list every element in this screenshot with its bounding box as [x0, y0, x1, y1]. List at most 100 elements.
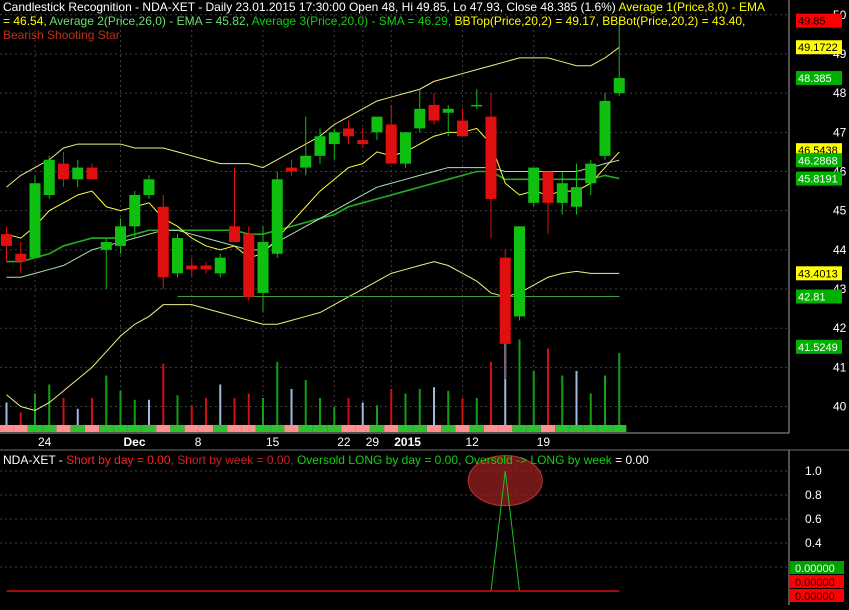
period-strip [99, 425, 114, 432]
volume-bar [148, 399, 150, 425]
candle-body [471, 104, 483, 107]
candle-body [442, 108, 454, 113]
volume-bar [119, 390, 122, 425]
indicator-value-text: 0.00000 [795, 563, 835, 575]
price-label-text: 49.1722 [798, 42, 838, 54]
short-by-week: Short by week = 0.00, [177, 453, 297, 467]
period-strip [184, 425, 199, 432]
period-strip [555, 425, 570, 432]
candle-body [514, 226, 525, 317]
candle-body [115, 226, 126, 246]
indicator-tick-label: 0.4 [805, 536, 822, 550]
x-tick-label: 12 [466, 435, 480, 449]
period-strip [569, 425, 584, 432]
volume-bar [19, 412, 22, 425]
candle-body [571, 187, 582, 207]
period-strip [327, 425, 342, 432]
volume-bar [575, 371, 578, 425]
period-strip [56, 425, 71, 432]
x-tick-label: Dec [124, 435, 146, 449]
header-symbol-ohlc: Candlestick Recognition - NDA-XET - Dail… [3, 0, 619, 14]
period-strip [227, 425, 242, 432]
volume-bar [91, 398, 93, 425]
period-strip [70, 425, 85, 432]
candle-body [428, 104, 440, 121]
volume-bar [34, 393, 36, 425]
volume-bar [475, 398, 478, 425]
price-label-text: 42.81 [798, 291, 826, 303]
period-strip [0, 425, 14, 432]
candle-body [414, 108, 426, 129]
candle-body [229, 226, 240, 243]
candle-body [343, 128, 354, 137]
candlestick-chart: 404142434445464748495024Dec8152229201512… [0, 0, 849, 605]
volume-bar [176, 395, 179, 425]
period-strip [42, 425, 57, 432]
candle-body [286, 167, 297, 172]
indicator-symbol: NDA-XET - [3, 453, 67, 467]
volume-bar [219, 384, 222, 425]
volume-bar [247, 393, 250, 425]
period-strip [498, 425, 513, 432]
x-tick-label: 24 [38, 435, 52, 449]
header-bbbot: BBBot(Price,20,2) = 43.40, [602, 14, 746, 28]
period-strip [84, 425, 100, 432]
period-strip [441, 425, 456, 432]
bollinger-top [6, 46, 620, 188]
candle-body [385, 124, 397, 164]
volume-bar [532, 371, 535, 425]
candle-body [72, 167, 84, 180]
volume-bar [461, 398, 464, 425]
pattern-name: Bearish Shooting Star [3, 28, 120, 42]
indicator-value-text: 0.00000 [795, 591, 835, 603]
oversold-long-by-week-value: = 0.00 [611, 453, 649, 467]
x-tick-label: 29 [366, 435, 380, 449]
period-strip [255, 425, 271, 432]
indicator-tick-label: 1.0 [805, 464, 822, 478]
candle-body [585, 163, 597, 184]
price-label-text: 45.8191 [798, 174, 838, 186]
volume-bar [547, 348, 549, 425]
header-avg1-value: = 46.54, [3, 14, 50, 28]
header-line-3: Bearish Shooting Star [3, 28, 120, 42]
period-strip [213, 425, 228, 432]
volume-bar [376, 405, 378, 425]
candle-body [129, 194, 141, 227]
period-strip [469, 425, 484, 432]
volume-bar [490, 362, 492, 425]
candle-body [143, 179, 155, 195]
volume-bar [404, 393, 407, 425]
price-label-text: 46.2868 [798, 155, 838, 167]
header-avg1: Average 1(Price,8,0) - EMA [618, 0, 765, 14]
volume-bar [162, 363, 165, 425]
candle-body [1, 234, 12, 246]
volume-bar [233, 398, 236, 425]
volume-bar [205, 398, 207, 425]
period-strip [141, 425, 157, 432]
y-tick-label: 48 [833, 86, 847, 100]
y-tick-label: 45 [833, 204, 847, 218]
candle-body [371, 116, 383, 133]
period-strip [241, 425, 256, 432]
indicator-tick-label: 0.8 [805, 488, 822, 502]
header-avg2: Average 2(Price,26,0) - EMA = 45.82, [49, 14, 252, 28]
volume-bar [433, 387, 435, 425]
candle-body [214, 257, 226, 274]
header-line-2: = 46.54, Average 2(Price,26,0) - EMA = 4… [3, 14, 745, 28]
candle-body [186, 265, 198, 270]
candle-body [499, 257, 511, 344]
candle-body [613, 78, 625, 94]
volume-bar [276, 362, 279, 425]
period-strip [369, 425, 385, 432]
candle-body [257, 242, 269, 293]
period-strip [270, 425, 285, 432]
short-by-day: Short by day = 0.00, [66, 453, 178, 467]
period-strip [583, 425, 598, 432]
candle-body [86, 167, 98, 180]
volume-bar [347, 398, 350, 425]
volume-bar [518, 339, 521, 425]
candle-body [200, 265, 212, 270]
period-strip [13, 425, 28, 432]
period-strip [127, 425, 142, 432]
x-tick-label: 22 [337, 435, 351, 449]
